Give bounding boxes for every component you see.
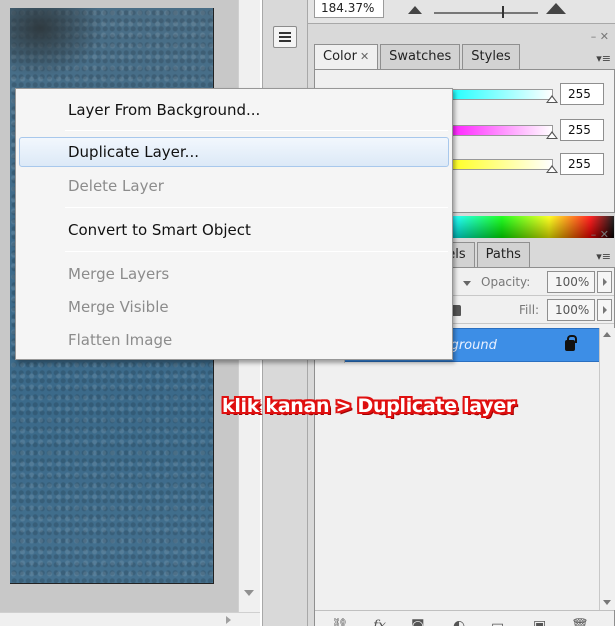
layers-footer-toolbar: ⛓ fx ◙ ◐ ▭ ▣ 🗑: [315, 610, 614, 626]
opacity-slider-arrow-icon[interactable]: [597, 271, 612, 293]
zoom-out-mountain-icon[interactable]: [408, 6, 422, 14]
menu-item-layer-from-background[interactable]: Layer From Background...: [19, 95, 449, 125]
history-panel-icon[interactable]: [273, 26, 297, 48]
slider-thumb-icon[interactable]: [546, 165, 558, 173]
new-layer-icon[interactable]: ▣: [533, 618, 546, 626]
red-value-input[interactable]: 255: [560, 83, 604, 105]
mask-icon[interactable]: ◙: [411, 618, 425, 626]
menu-item-delete-layer[interactable]: Delete Layer: [19, 171, 449, 201]
tab-styles[interactable]: Styles: [462, 44, 520, 69]
fill-slider-arrow-icon[interactable]: [597, 299, 612, 321]
blue-channel-slider[interactable]: 255: [435, 153, 615, 177]
menu-item-flatten-image[interactable]: Flatten Image: [19, 325, 449, 355]
blue-value-input[interactable]: 255: [560, 153, 604, 175]
menu-separator: [65, 251, 448, 252]
scroll-up-arrow-icon[interactable]: [603, 332, 611, 337]
menu-separator: [65, 130, 448, 131]
adjustment-icon[interactable]: ◐: [453, 618, 465, 626]
layer-lock-icon: [565, 335, 577, 351]
tab-paths[interactable]: Paths: [476, 242, 530, 267]
navigator-panel: 184.37%: [308, 0, 615, 24]
zoom-slider-thumb[interactable]: [502, 6, 504, 18]
green-channel-slider[interactable]: 255: [435, 119, 615, 143]
panel-menu-icon[interactable]: ▾≡: [596, 250, 611, 263]
panel-collapse-icon[interactable]: – ✕: [591, 30, 609, 43]
trash-icon[interactable]: 🗑: [571, 618, 589, 626]
panel-collapse-icon[interactable]: – ✕: [591, 228, 609, 241]
tutorial-annotation: klik kanan > Duplicate layer: [222, 395, 515, 417]
link-icon[interactable]: ⛓: [331, 618, 349, 626]
layer-context-menu: Layer From Background... Duplicate Layer…: [15, 88, 453, 360]
color-panel-tabs: Color ✕ Swatches Styles: [314, 44, 522, 69]
fill-input[interactable]: 100%: [547, 299, 595, 321]
group-folder-icon[interactable]: ▭: [491, 618, 504, 626]
scroll-right-arrow-icon[interactable]: [226, 616, 231, 624]
panel-menu-icon[interactable]: ▾≡: [596, 52, 611, 65]
layers-scrollbar[interactable]: [599, 328, 615, 610]
menu-item-merge-visible[interactable]: Merge Visible: [19, 292, 449, 322]
fx-icon[interactable]: fx: [373, 618, 386, 626]
menu-item-merge-layers[interactable]: Merge Layers: [19, 259, 449, 289]
menu-item-duplicate-layer[interactable]: Duplicate Layer...: [19, 137, 449, 167]
zoom-slider-track[interactable]: [434, 12, 538, 14]
tab-swatches[interactable]: Swatches: [380, 44, 461, 69]
slider-thumb-icon[interactable]: [546, 131, 558, 139]
scroll-down-arrow-icon[interactable]: [244, 590, 254, 596]
green-value-input[interactable]: 255: [560, 119, 604, 141]
slider-thumb-icon[interactable]: [546, 95, 558, 103]
tab-close-icon[interactable]: ✕: [360, 50, 369, 63]
fill-label: Fill:: [519, 303, 540, 317]
tab-color[interactable]: Color ✕: [314, 44, 379, 69]
opacity-input[interactable]: 100%: [547, 271, 595, 293]
red-channel-slider[interactable]: 255: [435, 83, 615, 107]
zoom-in-mountain-icon[interactable]: [546, 3, 566, 14]
blend-dropdown-arrow-icon[interactable]: [463, 281, 471, 286]
menu-item-convert-to-smart-object[interactable]: Convert to Smart Object: [19, 215, 449, 245]
opacity-label: Opacity:: [481, 275, 531, 289]
menu-separator: [65, 207, 448, 208]
canvas-horizontal-scrollbar[interactable]: [0, 612, 260, 626]
zoom-input[interactable]: 184.37%: [314, 0, 384, 18]
scroll-down-arrow-icon[interactable]: [603, 600, 611, 605]
